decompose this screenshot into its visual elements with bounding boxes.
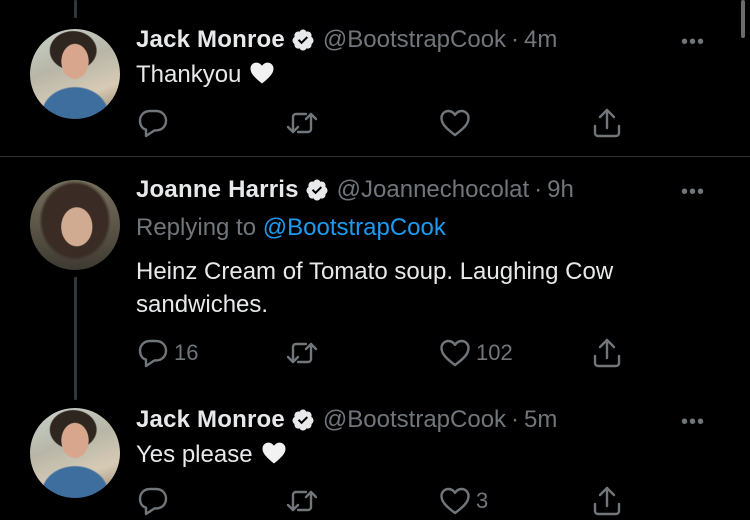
share-icon (593, 486, 621, 516)
thread-line (74, 277, 77, 400)
retweet-icon (286, 342, 318, 364)
verified-badge-icon (292, 29, 314, 51)
reply-button[interactable] (136, 106, 174, 140)
author-handle[interactable]: @BootstrapCook (323, 406, 506, 434)
separator: · (511, 26, 520, 53)
share-icon (593, 338, 621, 368)
tweet-text: Heinz Cream of Tomato soup. Laughing Cow… (136, 255, 716, 321)
tweet-actions (0, 106, 750, 146)
share-icon (593, 108, 621, 138)
tweet-text: Yes please (136, 438, 716, 471)
reply-icon (138, 487, 168, 516)
like-icon (440, 487, 470, 515)
more-icon[interactable]: ••• (681, 412, 705, 432)
tweet-text-line: Heinz Cream of Tomato soup. Laughing Cow (136, 258, 614, 285)
tweet-text-content: Thankyou (136, 61, 242, 88)
like-count: 102 (476, 340, 513, 365)
tweet-header: Joanne Harris @Joannechocolat · 9h (136, 176, 574, 204)
more-icon[interactable]: ••• (681, 32, 705, 52)
like-button[interactable] (438, 106, 476, 140)
author-handle[interactable]: @Joannechocolat (337, 176, 530, 204)
separator: · (534, 176, 543, 203)
tweet-actions: 16 102 (0, 336, 750, 376)
verified-badge-icon (306, 179, 328, 201)
avatar[interactable] (30, 180, 120, 270)
tweet-text: Thankyou (136, 58, 716, 91)
tweet[interactable]: Jack Monroe @BootstrapCook · 4m ••• Than… (0, 0, 750, 157)
retweet-icon (286, 490, 318, 512)
tweet-text-line: sandwiches. (136, 291, 269, 318)
white-heart-emoji (250, 62, 274, 84)
like-button[interactable]: 3 (438, 484, 488, 518)
tweet[interactable]: Jack Monroe @BootstrapCook · 5m ••• Yes … (0, 390, 750, 520)
retweet-button[interactable] (285, 484, 323, 518)
like-button[interactable]: 102 (438, 336, 513, 370)
retweet-icon (286, 112, 318, 134)
reply-count: 16 (174, 340, 199, 365)
white-heart-emoji (262, 442, 286, 464)
reply-icon (138, 109, 168, 138)
replying-to-label: Replying to (136, 214, 257, 241)
tweet[interactable]: Joanne Harris @Joannechocolat · 9h ••• R… (0, 158, 750, 390)
tweet-actions: 3 (0, 484, 750, 520)
thread-line (74, 0, 77, 18)
more-icon[interactable]: ••• (681, 182, 705, 202)
separator: · (511, 406, 520, 433)
verified-badge-icon (292, 409, 314, 431)
author-name[interactable]: Jack Monroe (136, 406, 285, 434)
retweet-button[interactable] (285, 336, 323, 370)
conversation-timeline: Jack Monroe @BootstrapCook · 4m ••• Than… (0, 0, 750, 520)
reply-button[interactable]: 16 (136, 336, 198, 370)
retweet-button[interactable] (285, 106, 323, 140)
share-button[interactable] (590, 336, 624, 370)
like-icon (440, 109, 470, 137)
tweet-divider (0, 156, 750, 157)
tweet-header: Jack Monroe @BootstrapCook · 5m (136, 406, 557, 434)
tweet-text-content: Yes please (136, 441, 253, 468)
replying-to: Replying to @BootstrapCook (136, 214, 446, 242)
author-name[interactable]: Joanne Harris (136, 176, 299, 204)
scrollbar[interactable] (741, 0, 745, 38)
timestamp[interactable]: 9h (547, 176, 574, 204)
author-name[interactable]: Jack Monroe (136, 26, 285, 54)
like-count: 3 (476, 488, 489, 513)
share-button[interactable] (590, 106, 624, 140)
tweet-header: Jack Monroe @BootstrapCook · 4m (136, 26, 557, 54)
timestamp[interactable]: 5m (524, 406, 557, 434)
replying-to-mention[interactable]: @BootstrapCook (263, 214, 446, 241)
like-icon (440, 339, 470, 367)
author-handle[interactable]: @BootstrapCook (323, 26, 506, 54)
timestamp[interactable]: 4m (524, 26, 557, 54)
reply-icon (138, 339, 168, 368)
reply-button[interactable] (136, 484, 174, 518)
share-button[interactable] (590, 484, 624, 518)
